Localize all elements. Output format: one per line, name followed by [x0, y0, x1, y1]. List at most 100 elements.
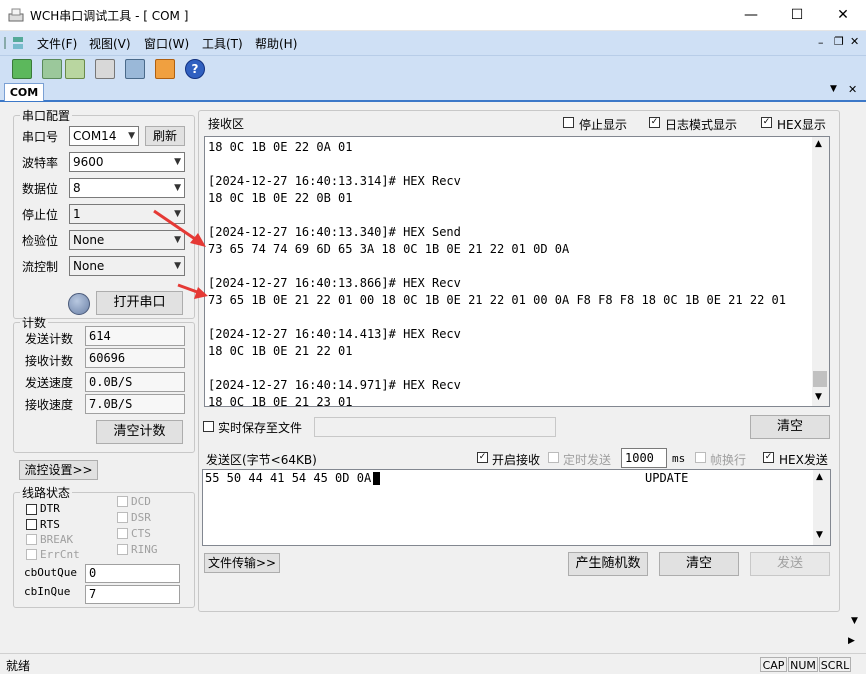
data-bits-label: 数据位: [22, 182, 59, 196]
mdi-close-icon[interactable]: ✕: [850, 35, 859, 48]
calculator-icon[interactable]: [95, 59, 115, 79]
file-transfer-button[interactable]: 文件传输>>: [204, 553, 280, 573]
send-button[interactable]: 发送: [750, 552, 830, 576]
stop-display-checkbox[interactable]: [563, 117, 574, 128]
status-bar: 就绪 CAP NUM SCRL: [0, 653, 866, 674]
rts-label: RTS: [40, 518, 60, 531]
arrow-send-line: [153, 209, 199, 243]
line-status-label: 线路状态: [22, 486, 71, 500]
chevron-down-icon: ▼: [128, 131, 135, 141]
tab-close-icon[interactable]: ✕: [848, 83, 857, 96]
receive-line: [2024-12-27 16:40:14.413]# HEX Recv: [208, 327, 461, 341]
menu-file[interactable]: 文件(F): [37, 35, 77, 52]
timed-send-checkbox[interactable]: [548, 452, 559, 463]
help-icon[interactable]: ?: [185, 59, 205, 79]
ring-checkbox: [117, 544, 128, 555]
chevron-down-icon: ▼: [174, 157, 181, 167]
arrow-send-head-icon: [190, 233, 206, 247]
send-speed-value: 0.0B/S: [85, 372, 185, 392]
mdi-restore-icon[interactable]: ❐: [834, 35, 844, 48]
monitor-icon[interactable]: [125, 59, 145, 79]
enable-recv-checkbox[interactable]: ✓: [477, 452, 488, 463]
receive-clear-button[interactable]: 清空: [750, 415, 830, 439]
receive-line: [208, 360, 808, 377]
cbinque-value: 7: [85, 585, 180, 604]
port-label: 串口号: [22, 130, 59, 144]
recv-speed-value: 7.0B/S: [85, 394, 185, 414]
scroll-down-icon[interactable]: ▼: [851, 616, 858, 626]
data-bits-select[interactable]: 8 ▼: [69, 178, 185, 198]
menu-window[interactable]: 窗口(W): [144, 35, 189, 52]
annotation-arrows: [153, 209, 208, 299]
receive-line: [2024-12-27 16:40:13.340]# HEX Send: [208, 225, 461, 239]
maximize-button[interactable]: ☐: [774, 0, 820, 30]
cboutque-label: cbOutQue: [24, 566, 77, 579]
send-clear-button[interactable]: 清空: [659, 552, 739, 576]
receive-line: [208, 156, 808, 173]
split-horizontal-icon[interactable]: [42, 59, 62, 79]
port-select[interactable]: COM14 ▼: [69, 126, 139, 146]
dcd-checkbox: [117, 496, 128, 507]
clear-counts-button[interactable]: 清空计数: [96, 420, 183, 444]
minimize-button[interactable]: —: [728, 0, 774, 30]
timed-send-label: 定时发送: [563, 453, 612, 467]
receive-line: 18 0C 1B 0E 21 22 01: [208, 344, 353, 358]
scroll-up-icon[interactable]: ▲: [815, 139, 822, 149]
receive-line: [208, 309, 808, 326]
receive-line: 18 0C 1B 0E 21 23 01: [208, 395, 353, 409]
scroll-down-icon[interactable]: ▼: [815, 392, 822, 402]
interval-input[interactable]: 1000: [621, 448, 667, 468]
refresh-button[interactable]: 刷新: [145, 126, 185, 146]
rts-checkbox[interactable]: [26, 519, 37, 530]
counts-label: 计数: [22, 316, 47, 330]
frame-newline-checkbox[interactable]: [695, 452, 706, 463]
new-icon[interactable]: [12, 59, 32, 79]
frame-newline-label: 帧换行: [710, 453, 747, 467]
receive-textarea[interactable]: 18 0C 1B 0E 22 0A 01 [2024-12-27 16:40:13…: [204, 136, 830, 409]
dtr-label: DTR: [40, 502, 60, 515]
stop-bits-label: 停止位: [22, 208, 59, 222]
scroll-up-icon[interactable]: ▲: [816, 472, 823, 482]
realtime-save-checkbox[interactable]: [203, 421, 214, 432]
close-button[interactable]: ✕: [820, 0, 866, 30]
split-vertical-icon[interactable]: [65, 59, 85, 79]
save-path-input[interactable]: [314, 417, 556, 437]
mdi-minimize-icon[interactable]: –: [818, 36, 824, 49]
dsr-label: DSR: [131, 511, 151, 524]
dcd-label: DCD: [131, 495, 151, 508]
horizontal-scrollbar[interactable]: ▶: [0, 634, 866, 651]
send-ascii-preview: UPDATE: [645, 471, 689, 485]
send-textarea[interactable]: 55 50 44 41 54 45 0D 0A UPDATE ▲ ▼: [202, 469, 831, 546]
app-menu-icon[interactable]: [4, 35, 28, 51]
menu-help[interactable]: 帮助(H): [255, 35, 297, 52]
receive-title: 接收区: [208, 117, 245, 131]
send-count-value: 614: [85, 326, 185, 346]
menu-view[interactable]: 视图(V): [89, 35, 131, 52]
chevron-down-icon: ▼: [174, 183, 181, 193]
baud-select[interactable]: 9600 ▼: [69, 152, 185, 172]
scroll-thumb[interactable]: [813, 371, 827, 387]
hex-send-checkbox[interactable]: ✓: [763, 452, 774, 463]
arrow-recv-head-icon: [194, 287, 208, 299]
cbinque-label: cbInQue: [24, 585, 71, 598]
receive-line: [208, 258, 808, 275]
panel-vertical-scrollbar[interactable]: ▼: [848, 102, 865, 632]
menu-tools[interactable]: 工具(T): [202, 35, 243, 52]
flow-settings-button[interactable]: 流控设置>>: [19, 460, 98, 480]
upgrade-icon[interactable]: [155, 59, 175, 79]
receive-scrollbar[interactable]: ▲ ▼: [812, 137, 829, 406]
hex-display-checkbox[interactable]: ✓: [761, 117, 772, 128]
baud-label: 波特率: [22, 156, 59, 170]
tab-com[interactable]: COM: [4, 83, 44, 101]
tab-list-icon[interactable]: ▼: [830, 84, 837, 94]
errcnt-label: ErrCnt: [40, 548, 80, 561]
send-scrollbar[interactable]: ▲ ▼: [813, 470, 830, 545]
random-button[interactable]: 产生随机数: [568, 552, 648, 576]
dtr-checkbox[interactable]: [26, 504, 37, 515]
scroll-down-icon[interactable]: ▼: [816, 530, 823, 540]
log-mode-checkbox[interactable]: ✓: [649, 117, 660, 128]
scroll-right-icon[interactable]: ▶: [848, 636, 855, 646]
num-indicator: NUM: [788, 657, 818, 672]
port-status-led-icon: [68, 293, 90, 315]
receive-line: [2024-12-27 16:40:14.971]# HEX Recv: [208, 378, 461, 392]
